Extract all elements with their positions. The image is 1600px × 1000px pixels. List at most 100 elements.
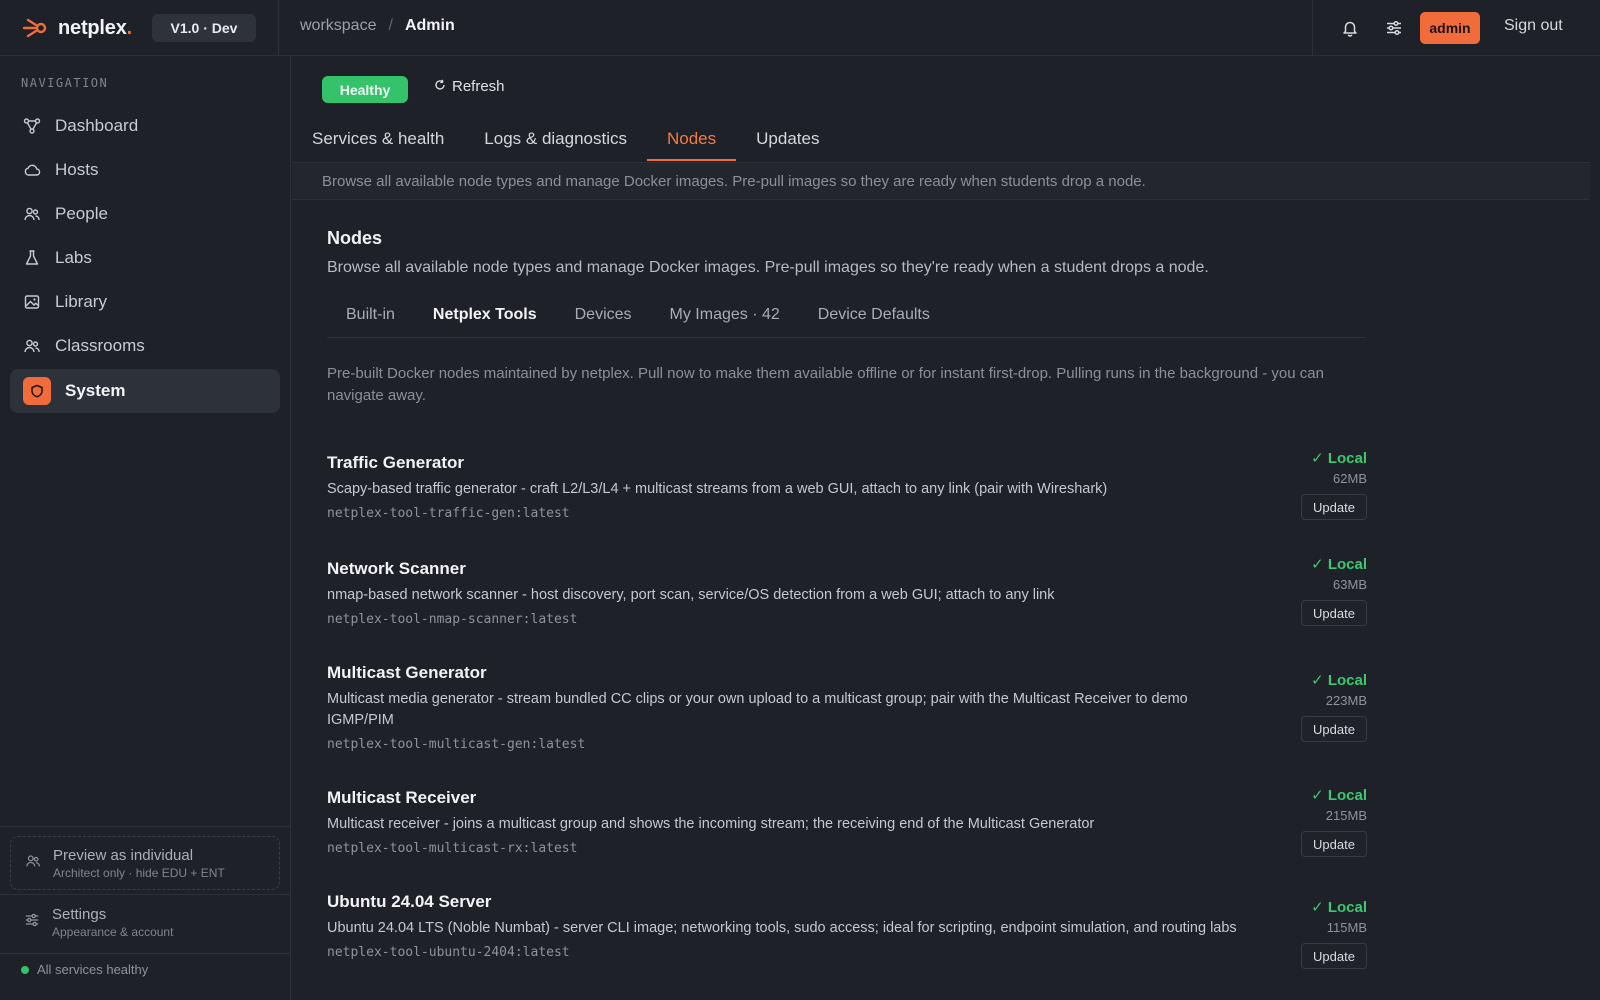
logo[interactable]: netplex.	[22, 15, 132, 41]
breadcrumb-current: Admin	[404, 17, 455, 34]
shield-icon	[23, 377, 51, 405]
admin-tabs: Services & health Logs & diagnostics Nod…	[292, 116, 839, 161]
list-item: Network Scanner nmap-based network scann…	[327, 556, 1367, 627]
sidebar-item-dashboard[interactable]: Dashboard	[10, 104, 280, 148]
status-dot-icon	[21, 965, 29, 974]
local-status-badge: ✓ Local	[1311, 450, 1367, 467]
image-size: 223MB	[1325, 693, 1367, 708]
local-status-badge: ✓ Local	[1311, 899, 1367, 916]
node-status: ✓ Local 115MB Update	[1247, 898, 1367, 969]
topbar-divider	[1312, 0, 1313, 56]
sidebar-item-label: People	[55, 204, 108, 223]
sidebar-item-hosts[interactable]: Hosts	[10, 148, 280, 192]
local-status-badge: ✓ Local	[1311, 672, 1367, 689]
list-item: Multicast Generator Multicast media gene…	[327, 663, 1367, 752]
update-button[interactable]: Update	[1301, 600, 1367, 626]
node-status: ✓ Local 223MB Update	[1247, 671, 1367, 742]
sidebar-divider	[0, 953, 290, 954]
refresh-button[interactable]: Refresh	[434, 78, 505, 95]
sidebar-item-labs[interactable]: Labs	[10, 236, 280, 280]
image-size: 62MB	[1333, 471, 1367, 486]
top-bar: netplex. V1.0 · Dev workspace / Admin ad…	[0, 0, 1600, 56]
subtab-description: Pre-built Docker nodes maintained by net…	[327, 365, 1324, 404]
preview-as-individual-button[interactable]: Preview as individual Architect only · h…	[10, 836, 280, 890]
topbar-divider	[278, 0, 279, 56]
sidebar-divider	[0, 894, 290, 895]
subtab-my-images[interactable]: My Images · 42	[651, 300, 799, 338]
tab-logs-diagnostics[interactable]: Logs & diagnostics	[464, 116, 647, 161]
subtab-device-defaults[interactable]: Device Defaults	[799, 300, 949, 338]
tab-nodes[interactable]: Nodes	[647, 116, 737, 161]
update-button[interactable]: Update	[1301, 943, 1367, 969]
nav-section-title: NAVIGATION	[21, 76, 109, 90]
version-badge[interactable]: V1.0 · Dev	[152, 14, 256, 42]
sidebar-item-label: Classrooms	[55, 336, 145, 355]
sidebar-item-library[interactable]: Library	[10, 280, 280, 324]
refresh-icon	[434, 78, 446, 95]
node-name: Traffic Generator	[327, 453, 464, 472]
update-button[interactable]: Update	[1301, 716, 1367, 742]
tab-description: Browse all available node types and mana…	[292, 162, 1590, 200]
sidebar-item-label: System	[65, 381, 126, 400]
image-size: 115MB	[1326, 920, 1367, 935]
image-icon	[23, 293, 41, 311]
list-item: Traffic Generator Scapy-based traffic ge…	[327, 450, 1367, 521]
image-size: 215MB	[1325, 808, 1367, 823]
subtab-built-in[interactable]: Built-in	[327, 300, 414, 338]
image-size: 63MB	[1333, 577, 1367, 592]
node-image-tag: netplex-tool-multicast-rx:latest	[327, 841, 578, 856]
sliders-icon	[24, 912, 40, 932]
netplex-logo-icon	[22, 17, 48, 39]
node-image-tag: netplex-tool-ubuntu-2404:latest	[327, 945, 570, 960]
node-name: Multicast Generator	[327, 663, 487, 682]
node-status: ✓ Local 215MB Update	[1247, 786, 1367, 857]
breadcrumb-separator: /	[388, 17, 393, 34]
node-image-tag: netplex-tool-traffic-gen:latest	[327, 506, 570, 521]
services-status: All services healthy	[21, 962, 148, 977]
sidebar-item-people[interactable]: People	[10, 192, 280, 236]
tab-services-health[interactable]: Services & health	[292, 116, 464, 161]
sidebar-item-label: Library	[55, 292, 107, 311]
node-description: nmap-based network scanner - host discov…	[327, 587, 1055, 603]
tab-updates[interactable]: Updates	[736, 116, 839, 161]
node-name: Network Scanner	[327, 559, 466, 578]
services-status-text: All services healthy	[37, 962, 149, 977]
sidebar: NAVIGATION Dashboard Hosts People Labs L…	[0, 56, 291, 1000]
node-image-tag: netplex-tool-nmap-scanner:latest	[327, 612, 578, 627]
node-name: Ubuntu 24.04 Server	[327, 892, 492, 911]
sidebar-item-system[interactable]: System	[10, 369, 280, 413]
preview-title: Preview as individual	[53, 846, 194, 864]
update-button[interactable]: Update	[1301, 831, 1367, 857]
node-description: Scapy-based traffic generator - craft L2…	[327, 481, 1108, 497]
sidebar-item-label: Dashboard	[55, 116, 139, 135]
subtab-netplex-tools[interactable]: Netplex Tools	[414, 300, 556, 338]
node-status: ✓ Local 62MB Update	[1247, 449, 1367, 520]
subtab-devices[interactable]: Devices	[556, 300, 651, 338]
people-icon	[23, 205, 41, 223]
cloud-icon	[23, 161, 41, 179]
breadcrumb: workspace / Admin	[300, 17, 455, 35]
sign-out-button[interactable]: Sign out	[1504, 17, 1563, 35]
node-name: Multicast Receiver	[327, 788, 477, 807]
settings-button[interactable]: Settings Appearance & account	[10, 900, 280, 944]
node-description: Ubuntu 24.04 LTS (Noble Numbat) - server…	[327, 920, 1237, 936]
refresh-label: Refresh	[452, 78, 505, 95]
section-title: Nodes	[327, 228, 383, 248]
node-image-tag: netplex-tool-multicast-gen:latest	[327, 737, 586, 752]
update-button[interactable]: Update	[1301, 494, 1367, 520]
list-item: Ubuntu 24.04 Server Ubuntu 24.04 LTS (No…	[327, 892, 1367, 969]
classroom-icon	[23, 337, 41, 355]
breadcrumb-workspace[interactable]: workspace	[300, 17, 376, 35]
node-subtabs: Built-in Netplex Tools Devices My Images…	[327, 300, 1365, 338]
bell-icon[interactable]	[1338, 16, 1362, 40]
logo-text: netplex.	[58, 16, 132, 39]
sliders-icon[interactable]	[1382, 16, 1406, 40]
admin-badge[interactable]: admin	[1420, 12, 1480, 44]
node-description: Multicast media generator - stream bundl…	[327, 691, 1188, 728]
health-status-badge: Healthy	[322, 76, 408, 103]
node-description: Multicast receiver - joins a multicast g…	[327, 816, 1095, 832]
settings-subtitle: Appearance & account	[52, 924, 174, 939]
list-item: Multicast Receiver Multicast receiver - …	[327, 786, 1367, 857]
preview-subtitle: Architect only · hide EDU + ENT	[53, 865, 225, 880]
sidebar-item-classrooms[interactable]: Classrooms	[10, 324, 280, 368]
